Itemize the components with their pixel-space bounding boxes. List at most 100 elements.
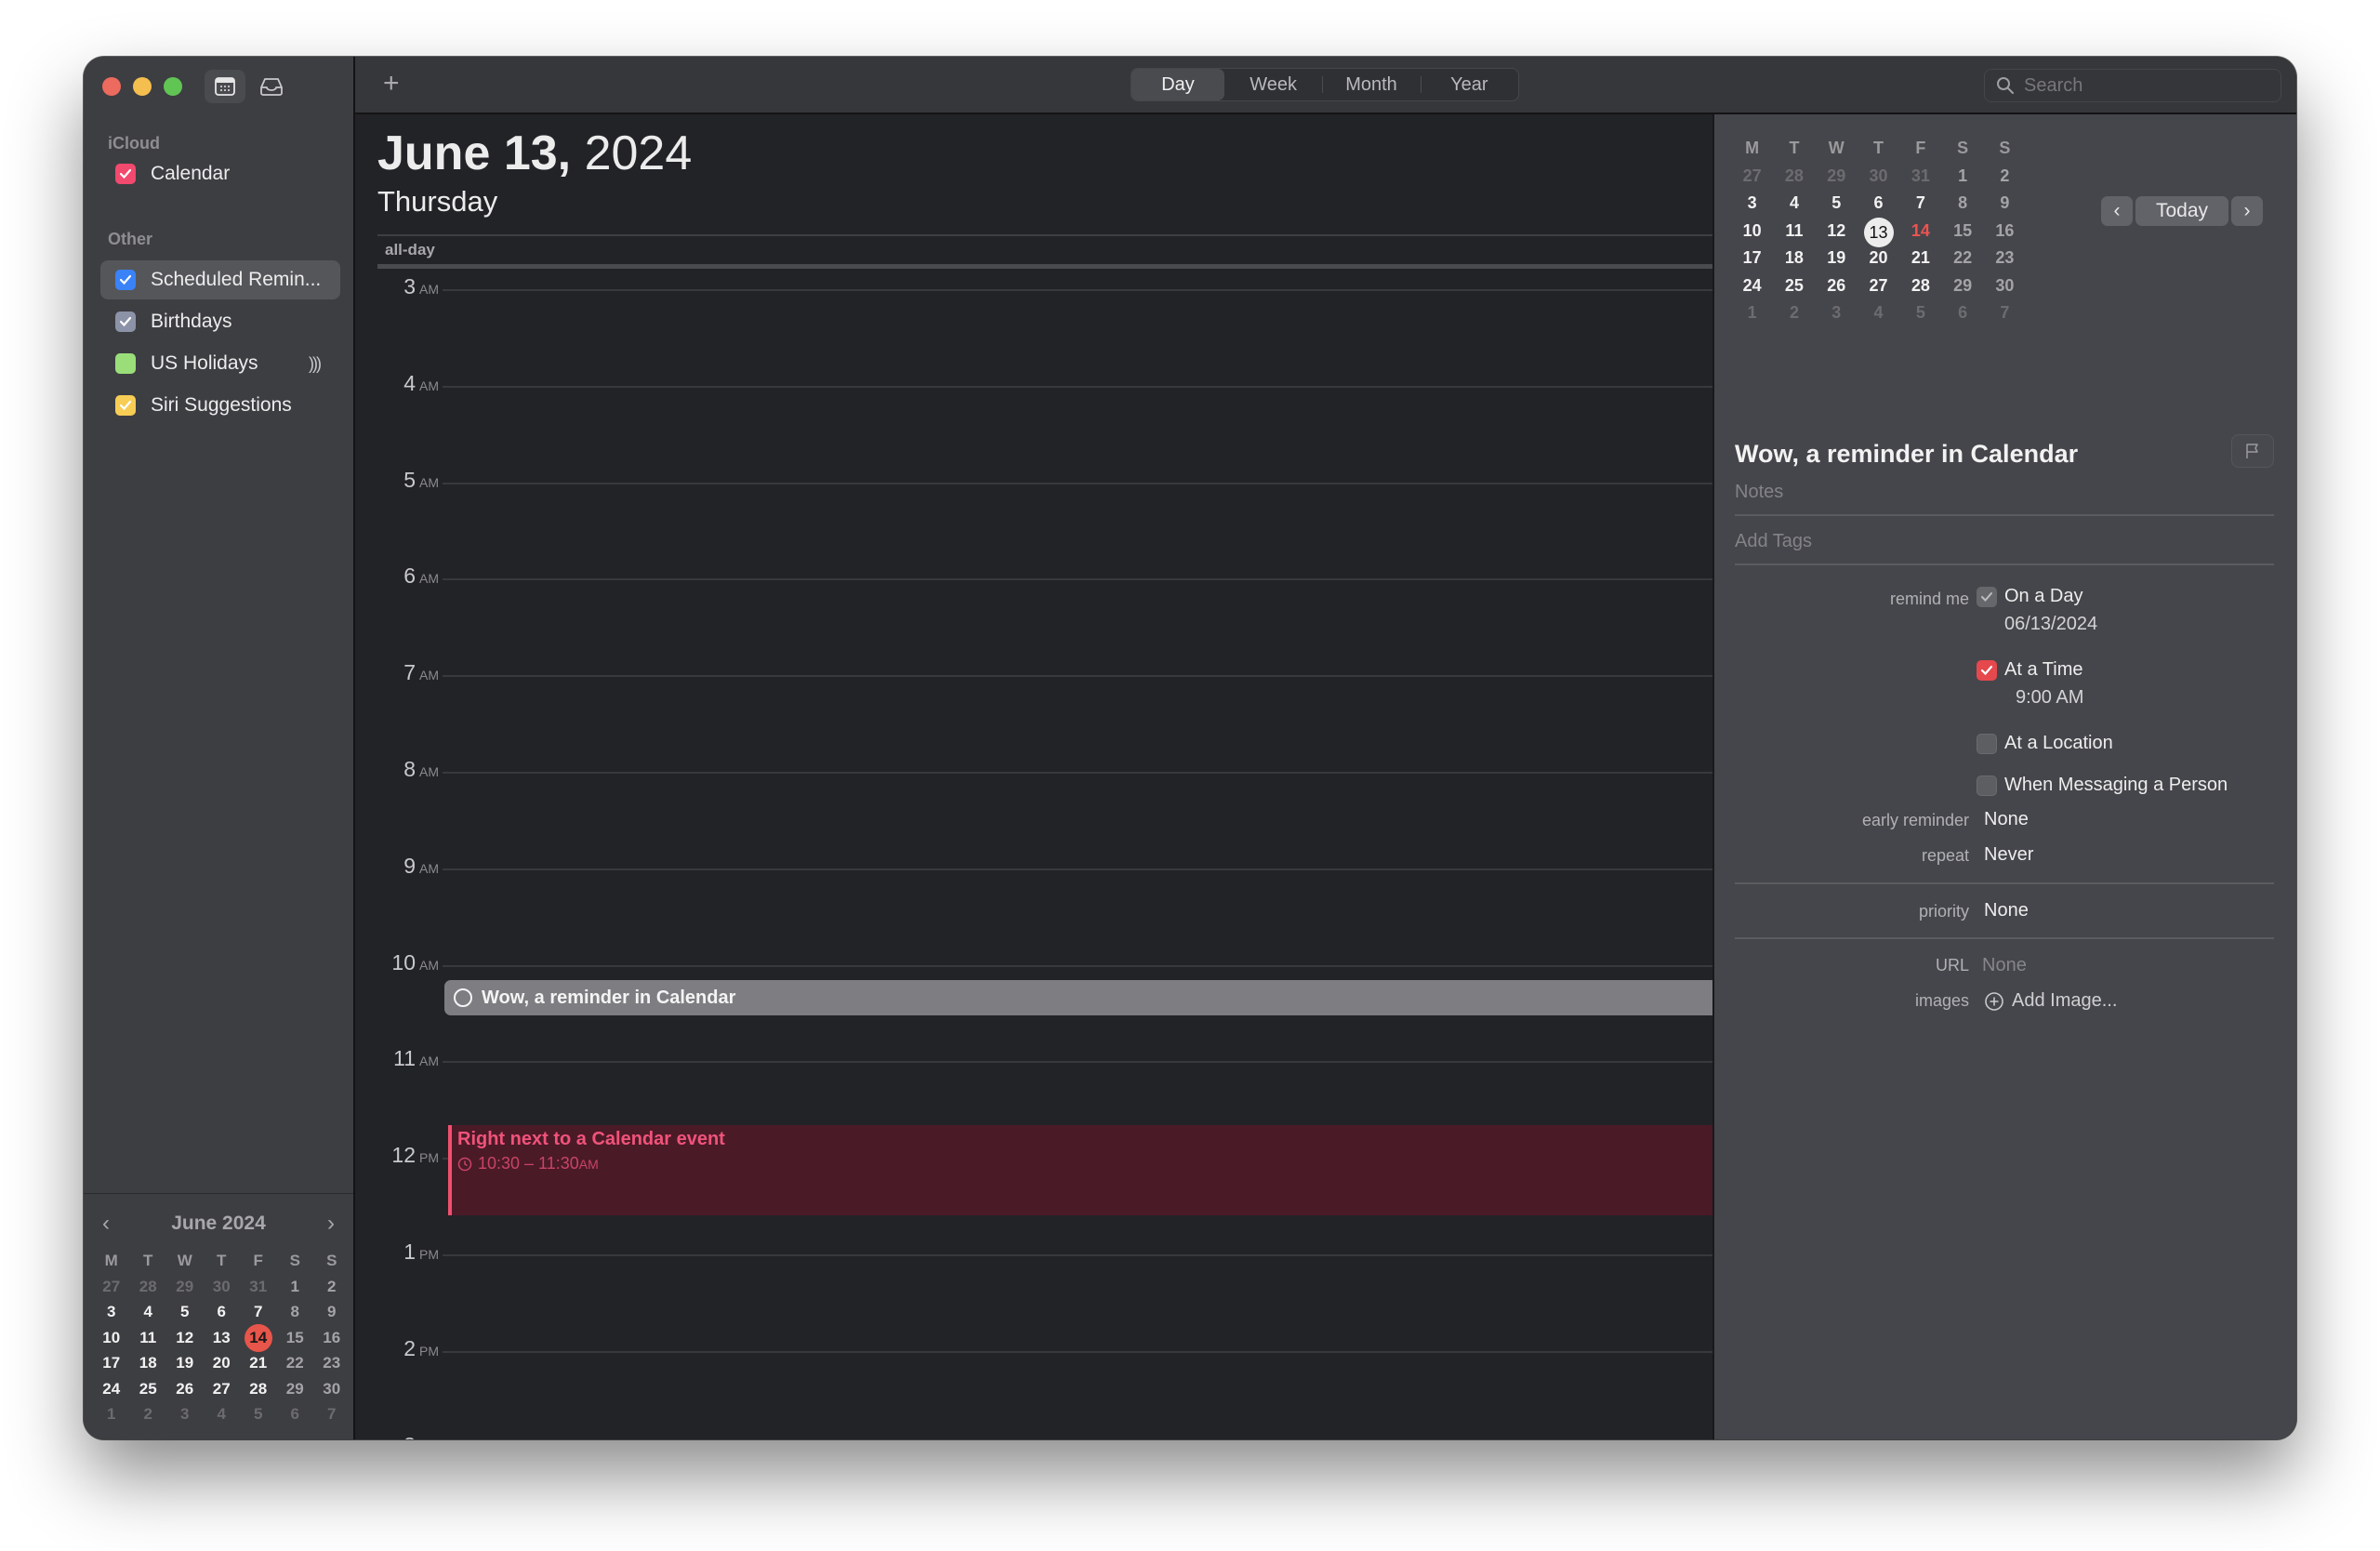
day-cell[interactable]: 4 xyxy=(1858,299,1899,327)
day-cell[interactable]: 27 xyxy=(93,1274,130,1300)
search-field[interactable] xyxy=(1984,69,2281,102)
day-cell[interactable]: 22 xyxy=(277,1350,314,1376)
day-cell[interactable]: 15 xyxy=(1941,218,1983,245)
day-cell[interactable]: 3 xyxy=(1731,190,1773,218)
day-cell[interactable]: 17 xyxy=(93,1350,130,1376)
day-cell[interactable]: 6 xyxy=(1858,190,1899,218)
priority-value[interactable]: None xyxy=(1984,900,2029,921)
checkbox[interactable] xyxy=(115,395,136,416)
day-cell[interactable]: 30 xyxy=(1858,163,1899,191)
day-cell[interactable]: 27 xyxy=(204,1376,241,1402)
day-cell[interactable]: 7 xyxy=(240,1299,277,1325)
day-cell[interactable]: 22 xyxy=(1941,245,1983,272)
on-a-day-date[interactable]: 06/13/2024 xyxy=(2004,614,2097,635)
inbox-button[interactable] xyxy=(251,70,292,103)
day-cell[interactable]: 20 xyxy=(1858,245,1899,272)
day-cell[interactable]: 13 xyxy=(204,1325,241,1351)
day-cell[interactable]: 29 xyxy=(1941,272,1983,300)
flag-button[interactable] xyxy=(2231,434,2274,468)
reminder-title-field[interactable]: Wow, a reminder in Calendar xyxy=(1735,440,2078,469)
checkbox[interactable] xyxy=(115,353,136,374)
day-cell[interactable]: 14 xyxy=(240,1323,277,1352)
zoom-button[interactable] xyxy=(164,77,182,96)
calendar-item-siri-suggestions[interactable]: Siri Suggestions xyxy=(100,386,340,425)
at-a-time-value[interactable]: 9:00 AM xyxy=(2016,687,2083,709)
day-cell[interactable]: 7 xyxy=(1899,190,1941,218)
day-cell[interactable]: 1 xyxy=(1731,299,1773,327)
previous-button[interactable]: ‹ xyxy=(2101,196,2133,226)
day-cell[interactable]: 6 xyxy=(1941,299,1983,327)
day-cell[interactable]: 8 xyxy=(1941,190,1983,218)
day-cell[interactable]: 25 xyxy=(130,1376,167,1402)
day-cell[interactable]: 26 xyxy=(1816,272,1858,300)
day-cell[interactable]: 24 xyxy=(1731,272,1773,300)
day-cell[interactable]: 26 xyxy=(166,1376,204,1402)
day-cell[interactable]: 5 xyxy=(1816,190,1858,218)
day-cell[interactable]: 11 xyxy=(1773,218,1815,245)
selected-day[interactable]: 13 xyxy=(1863,217,1894,247)
add-image-button[interactable]: Add Image... xyxy=(1984,990,2117,1012)
day-cell[interactable]: 17 xyxy=(1731,245,1773,272)
day-cell[interactable]: 18 xyxy=(130,1350,167,1376)
day-cell[interactable]: 27 xyxy=(1731,163,1773,191)
day-cell[interactable]: 2 xyxy=(313,1274,350,1300)
at-a-time-option[interactable]: At a Time xyxy=(1977,659,2082,681)
today-button[interactable]: Today xyxy=(2135,196,2228,226)
day-cell[interactable]: 14 xyxy=(1899,218,1941,245)
day-cell[interactable]: 5 xyxy=(1899,299,1941,327)
calendar-item-birthdays[interactable]: Birthdays xyxy=(100,302,340,341)
day-cell[interactable]: 1 xyxy=(1941,163,1983,191)
tab-month[interactable]: Month xyxy=(1322,69,1420,100)
day-cell[interactable]: 2 xyxy=(1984,163,2026,191)
day-cell[interactable]: 3 xyxy=(93,1299,130,1325)
calendar-event[interactable]: Right next to a Calendar event 10:30 – 1… xyxy=(448,1125,1737,1215)
day-cell[interactable]: 28 xyxy=(1899,272,1941,300)
day-cell[interactable]: 18 xyxy=(1773,245,1815,272)
day-cell[interactable]: 16 xyxy=(1984,218,2026,245)
tab-year[interactable]: Year xyxy=(1420,69,1518,100)
calendar-item-us-holidays[interactable]: US Holidays ))) xyxy=(100,344,340,383)
at-a-location-option[interactable]: At a Location xyxy=(1977,733,2113,754)
day-cell[interactable]: 4 xyxy=(130,1299,167,1325)
day-cell[interactable]: 30 xyxy=(1984,272,2026,300)
today-marker[interactable]: 14 xyxy=(244,1323,272,1352)
day-cell[interactable]: 5 xyxy=(166,1299,204,1325)
day-cell[interactable]: 24 xyxy=(93,1376,130,1402)
tags-field[interactable]: Add Tags xyxy=(1735,531,2274,565)
notes-field[interactable]: Notes xyxy=(1735,482,2274,516)
chevron-right-icon[interactable]: › xyxy=(327,1211,335,1237)
day-cell[interactable]: 3 xyxy=(1816,299,1858,327)
day-cell[interactable]: 7 xyxy=(1984,299,2026,327)
checkbox[interactable] xyxy=(1977,775,1997,796)
day-cell[interactable]: 4 xyxy=(1773,190,1815,218)
day-cell[interactable]: 11 xyxy=(130,1325,167,1351)
day-cell[interactable]: 20 xyxy=(204,1350,241,1376)
day-cell[interactable]: 28 xyxy=(130,1274,167,1300)
day-cell[interactable]: 21 xyxy=(240,1350,277,1376)
day-cell[interactable]: 9 xyxy=(1984,190,2026,218)
day-cell[interactable]: 19 xyxy=(1816,245,1858,272)
url-value[interactable]: None xyxy=(1982,955,2027,976)
checkbox[interactable] xyxy=(115,312,136,332)
day-cell[interactable]: 15 xyxy=(277,1325,314,1351)
when-messaging-option[interactable]: When Messaging a Person xyxy=(1977,775,2228,796)
checkbox[interactable] xyxy=(115,270,136,290)
day-cell[interactable]: 27 xyxy=(1858,272,1899,300)
repeat-value[interactable]: Never xyxy=(1984,844,2033,866)
day-cell[interactable]: 29 xyxy=(166,1274,204,1300)
day-cell[interactable]: 28 xyxy=(1773,163,1815,191)
day-cell[interactable]: 30 xyxy=(204,1274,241,1300)
day-cell[interactable]: 16 xyxy=(313,1325,350,1351)
checkbox[interactable] xyxy=(1977,659,1997,681)
day-cell[interactable]: 1 xyxy=(93,1401,130,1427)
on-a-day-option[interactable]: On a Day xyxy=(1977,586,2082,607)
day-cell[interactable]: 13 xyxy=(1858,217,1899,247)
hour-grid[interactable]: 3PM2PM1PM12PM11AM10AM9AM8AM7AM6AM5AM4AM3… xyxy=(355,269,1796,1439)
day-cell[interactable]: 28 xyxy=(240,1376,277,1402)
day-cell[interactable]: 29 xyxy=(277,1376,314,1402)
day-cell[interactable]: 29 xyxy=(1816,163,1858,191)
reminder-item[interactable]: Wow, a reminder in Calendar xyxy=(444,980,1737,1015)
day-cell[interactable]: 10 xyxy=(93,1325,130,1351)
calendar-list-toggle[interactable] xyxy=(205,70,245,103)
day-cell[interactable]: 31 xyxy=(240,1274,277,1300)
